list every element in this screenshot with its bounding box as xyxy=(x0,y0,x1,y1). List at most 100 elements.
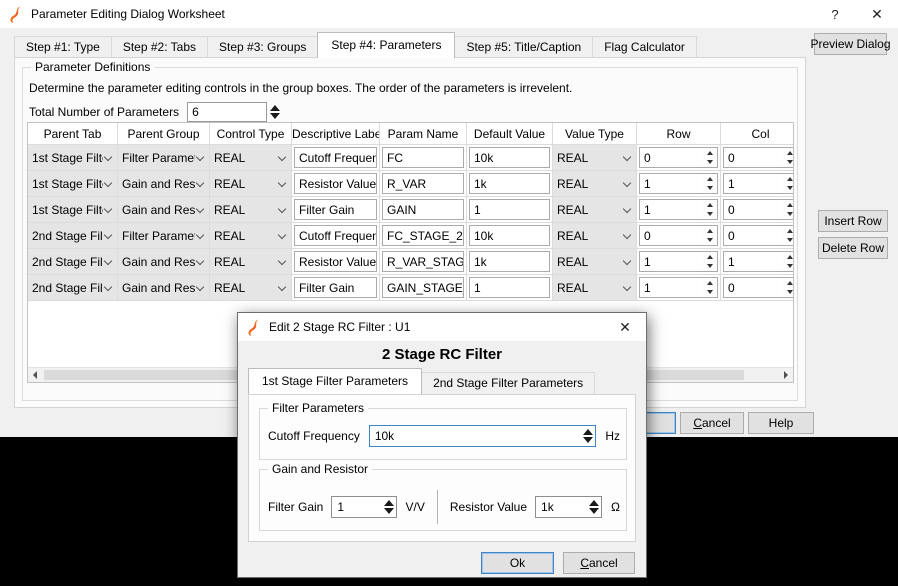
row-spin-input[interactable]: 1 xyxy=(639,277,718,298)
cutoff-frequency-spinner[interactable] xyxy=(583,429,593,443)
spin-down-icon[interactable] xyxy=(783,158,794,168)
spin-up-icon[interactable] xyxy=(703,226,717,236)
default-value-input[interactable]: 10k xyxy=(469,225,550,246)
descriptive-label-input[interactable]: Filter Gain xyxy=(294,277,377,298)
cell-spinner[interactable] xyxy=(783,278,794,297)
cell-spinner[interactable] xyxy=(703,278,717,297)
cell-spinner[interactable] xyxy=(703,252,717,271)
cancel-button[interactable]: Cancel xyxy=(680,412,744,434)
column-header-param-name[interactable]: Param Name xyxy=(380,123,467,145)
cell-spinner[interactable] xyxy=(703,200,717,219)
close-dialog-button[interactable]: ✕ xyxy=(604,313,646,341)
param-name-input[interactable]: FC xyxy=(382,147,464,168)
descriptive-label-input[interactable]: Filter Gain xyxy=(294,199,377,220)
col-spin-input[interactable]: 0 xyxy=(723,147,794,168)
value-type-dropdown[interactable]: REAL xyxy=(553,223,636,248)
row-spin-input[interactable]: 1 xyxy=(639,173,718,194)
parent-tab-dropdown[interactable]: 2nd Stage Filter Parameters xyxy=(28,249,117,274)
resistor-value-input[interactable]: 1k xyxy=(535,496,602,518)
spin-up-icon[interactable] xyxy=(703,148,717,158)
row-spin-input[interactable]: 1 xyxy=(639,199,718,220)
spin-up-icon[interactable] xyxy=(783,278,794,288)
spin-down-icon[interactable] xyxy=(703,262,717,272)
spin-down-icon[interactable] xyxy=(783,184,794,194)
dialog-tab-1[interactable]: 1st Stage Filter Parameters xyxy=(248,368,422,394)
filter-gain-spinner[interactable] xyxy=(384,500,394,514)
delete-row-button[interactable]: Delete Row xyxy=(818,237,888,259)
parent-tab-dropdown[interactable]: 1st Stage Filter Parameters xyxy=(28,197,117,222)
parent-group-dropdown[interactable]: Gain and Resistor xyxy=(118,171,209,196)
cell-spinner[interactable] xyxy=(783,226,794,245)
descriptive-label-input[interactable]: Cutoff Frequency xyxy=(294,147,377,168)
cell-spinner[interactable] xyxy=(783,148,794,167)
spin-down-icon[interactable] xyxy=(703,288,717,298)
param-name-input[interactable]: R_VAR xyxy=(382,173,464,194)
help-titlebar-button[interactable]: ? xyxy=(814,0,856,28)
close-window-button[interactable]: ✕ xyxy=(856,0,898,28)
spin-up-icon[interactable] xyxy=(783,200,794,210)
insert-row-button[interactable]: Insert Row xyxy=(818,210,888,232)
col-spin-input[interactable]: 1 xyxy=(723,173,794,194)
dialog-tab-2[interactable]: 2nd Stage Filter Parameters xyxy=(421,372,595,394)
column-header-row[interactable]: Row xyxy=(637,123,721,145)
spin-down-icon[interactable] xyxy=(703,210,717,220)
spin-up-icon[interactable] xyxy=(783,226,794,236)
col-spin-input[interactable]: 0 xyxy=(723,199,794,220)
spin-up-icon[interactable] xyxy=(703,200,717,210)
spin-up-icon[interactable] xyxy=(783,252,794,262)
parent-group-dropdown[interactable]: Gain and Resistor xyxy=(118,275,209,300)
dialog-cancel-button[interactable]: Cancel xyxy=(563,552,635,574)
default-value-input[interactable]: 1k xyxy=(469,251,550,272)
scroll-left-icon[interactable] xyxy=(28,368,42,382)
column-header-value-type[interactable]: Value Type xyxy=(553,123,637,145)
parent-group-dropdown[interactable]: Gain and Resistor xyxy=(118,249,209,274)
control-type-dropdown[interactable]: REAL xyxy=(210,223,291,248)
cell-spinner[interactable] xyxy=(783,252,794,271)
default-value-input[interactable]: 1k xyxy=(469,173,550,194)
param-name-input[interactable]: R_VAR_STAGE_2 xyxy=(382,251,464,272)
dialog-ok-button[interactable]: Ok xyxy=(481,552,554,574)
spin-down-icon[interactable] xyxy=(783,288,794,298)
scroll-right-icon[interactable] xyxy=(779,368,793,382)
param-name-input[interactable]: GAIN xyxy=(382,199,464,220)
value-type-dropdown[interactable]: REAL xyxy=(553,171,636,196)
param-name-input[interactable]: GAIN_STAGE_2 xyxy=(382,277,464,298)
cutoff-frequency-input[interactable]: 10k xyxy=(369,425,597,447)
help-button[interactable]: Help xyxy=(748,412,814,434)
parent-tab-dropdown[interactable]: 1st Stage Filter Parameters xyxy=(28,145,117,170)
tab-step-2[interactable]: Step #2: Tabs xyxy=(111,36,208,58)
spin-up-icon[interactable] xyxy=(703,252,717,262)
value-type-dropdown[interactable]: REAL xyxy=(553,145,636,170)
spin-down-icon[interactable] xyxy=(703,184,717,194)
control-type-dropdown[interactable]: REAL xyxy=(210,197,291,222)
col-spin-input[interactable]: 1 xyxy=(723,251,794,272)
col-spin-input[interactable]: 0 xyxy=(723,225,794,246)
cell-spinner[interactable] xyxy=(783,200,794,219)
descriptive-label-input[interactable]: Resistor Value xyxy=(294,251,377,272)
filter-gain-input[interactable]: 1 xyxy=(331,496,396,518)
parent-tab-dropdown[interactable]: 2nd Stage Filter Parameters xyxy=(28,223,117,248)
column-header-descriptive-label[interactable]: Descriptive Label xyxy=(292,123,380,145)
spin-up-icon[interactable] xyxy=(703,278,717,288)
tab-step-6[interactable]: Flag Calculator xyxy=(592,36,697,58)
spin-up-icon[interactable] xyxy=(783,148,794,158)
cell-spinner[interactable] xyxy=(703,148,717,167)
cell-spinner[interactable] xyxy=(703,226,717,245)
descriptive-label-input[interactable]: Cutoff Frequency xyxy=(294,225,377,246)
parent-group-dropdown[interactable]: Gain and Resistor xyxy=(118,197,209,222)
column-header-parent-group[interactable]: Parent Group xyxy=(118,123,210,145)
row-spin-input[interactable]: 1 xyxy=(639,251,718,272)
row-spin-input[interactable]: 0 xyxy=(639,225,718,246)
column-header-default-value[interactable]: Default Value xyxy=(467,123,553,145)
control-type-dropdown[interactable]: REAL xyxy=(210,249,291,274)
cell-spinner[interactable] xyxy=(783,174,794,193)
value-type-dropdown[interactable]: REAL xyxy=(553,197,636,222)
tab-step-4[interactable]: Step #4: Parameters xyxy=(317,32,455,58)
column-header-col[interactable]: Col xyxy=(721,123,794,145)
default-value-input[interactable]: 1 xyxy=(469,199,550,220)
parent-tab-dropdown[interactable]: 2nd Stage Filter Parameters xyxy=(28,275,117,300)
parent-group-dropdown[interactable]: Filter Parameters xyxy=(118,145,209,170)
preview-dialog-button[interactable]: Preview Dialog xyxy=(814,33,887,55)
tab-step-3[interactable]: Step #3: Groups xyxy=(207,36,318,58)
spin-down-icon[interactable] xyxy=(703,236,717,246)
